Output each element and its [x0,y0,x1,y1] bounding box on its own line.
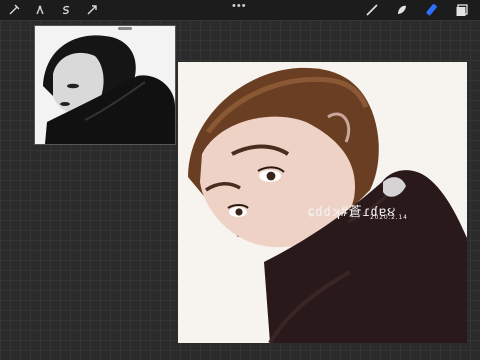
reference-photo [35,26,175,144]
transform-icon[interactable] [84,2,100,18]
actions-icon[interactable] [6,2,22,18]
toolbar-right [364,2,470,18]
smudge-icon[interactable] [394,2,410,18]
reference-photo-window[interactable] [34,25,176,145]
reference-window-handle[interactable] [118,27,132,30]
eraser-icon[interactable] [424,2,440,18]
artwork-date: 2020.2.14 [370,214,408,221]
brush-icon[interactable] [364,2,380,18]
toolbar-left [6,2,100,18]
adjustments-icon[interactable] [32,2,48,18]
selection-icon[interactable] [58,2,74,18]
top-toolbar: ••• [0,0,480,20]
layers-icon[interactable] [454,2,470,18]
more-menu-button[interactable]: ••• [232,0,247,12]
